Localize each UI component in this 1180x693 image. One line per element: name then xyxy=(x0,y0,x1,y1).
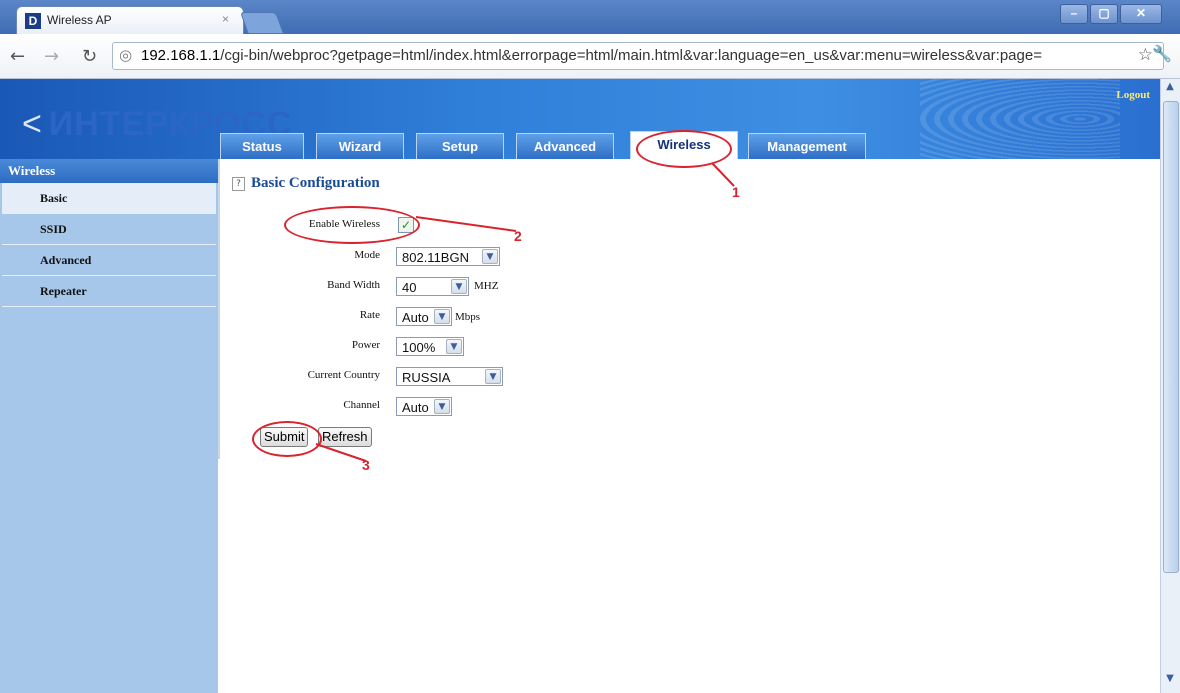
scrollbar-thumb[interactable] xyxy=(1163,101,1179,573)
page-title: ? Basic Configuration xyxy=(232,175,380,192)
refresh-button[interactable]: Refresh xyxy=(318,427,372,447)
favicon-icon: D xyxy=(25,13,41,29)
bandwidth-label: Band Width xyxy=(327,279,380,291)
close-window-icon[interactable]: ✕ xyxy=(1120,4,1162,24)
router-header: < ИНТЕРКРОСС Logout Status Wizard Setup A… xyxy=(0,79,1160,160)
browser-tab[interactable]: D Wireless AP × xyxy=(16,6,244,35)
sidebar-title: Wireless xyxy=(0,159,218,183)
chevron-down-icon: ▼ xyxy=(485,369,501,384)
chevron-down-icon: ▼ xyxy=(482,249,498,264)
tab-management[interactable]: Management xyxy=(748,133,866,160)
tab-advanced[interactable]: Advanced xyxy=(516,133,614,160)
annotation-circle-1 xyxy=(636,130,732,168)
bandwidth-select[interactable]: 40 ▼ xyxy=(396,277,469,296)
main-content: ? Basic Configuration Enable Wireless ✓ M… xyxy=(220,159,1158,693)
new-tab-button[interactable] xyxy=(239,12,285,34)
rate-label: Rate xyxy=(359,309,380,321)
reload-icon[interactable]: ↻ xyxy=(82,46,97,67)
channel-label: Channel xyxy=(343,399,380,411)
country-select[interactable]: RUSSIA ▼ xyxy=(396,367,503,386)
tab-status[interactable]: Status xyxy=(220,133,304,160)
sidebar: Wireless Basic SSID Advanced Repeater xyxy=(0,159,218,693)
help-icon[interactable]: ? xyxy=(232,177,245,191)
annotation-circle-2 xyxy=(284,206,420,244)
rate-select[interactable]: Auto ▼ xyxy=(396,307,452,326)
bandwidth-unit: MHZ xyxy=(474,280,499,292)
chevron-down-icon: ▼ xyxy=(434,309,450,324)
back-icon[interactable]: ← xyxy=(10,46,25,67)
annotation-circle-3 xyxy=(252,421,322,457)
chevron-down-icon: ▼ xyxy=(446,339,462,354)
chevron-down-icon: ▼ xyxy=(451,279,467,294)
bookmark-star-icon[interactable]: ☆ xyxy=(1138,45,1153,65)
browser-toolbar: ← → ↻ ◎ 192.168.1.1/cgi-bin/webproc?getp… xyxy=(0,34,1180,79)
country-label: Current Country xyxy=(307,369,380,381)
tab-setup[interactable]: Setup xyxy=(416,133,504,160)
sidebar-item-basic[interactable]: Basic xyxy=(2,183,216,214)
vertical-scrollbar[interactable]: ▲ ▼ xyxy=(1160,79,1180,693)
power-select[interactable]: 100% ▼ xyxy=(396,337,464,356)
annotation-number-3: 3 xyxy=(362,457,370,473)
logout-link[interactable]: Logout xyxy=(1116,89,1150,101)
sidebar-item-ssid[interactable]: SSID xyxy=(2,214,216,245)
url-text: 192.168.1.1/cgi-bin/webproc?getpage=html… xyxy=(141,47,1042,64)
scroll-up-icon[interactable]: ▲ xyxy=(1163,81,1177,95)
window-controls: – ▢ ✕ xyxy=(1060,4,1162,24)
channel-select[interactable]: Auto ▼ xyxy=(396,397,452,416)
address-bar[interactable]: ◎ 192.168.1.1/cgi-bin/webproc?getpage=ht… xyxy=(112,42,1164,70)
annotation-number-1: 1 xyxy=(732,184,740,200)
mode-label: Mode xyxy=(354,249,380,261)
chevron-down-icon: ▼ xyxy=(434,399,450,414)
power-label: Power xyxy=(351,339,380,351)
wrench-menu-icon[interactable]: 🔧 xyxy=(1152,44,1172,63)
sidebar-item-repeater[interactable]: Repeater xyxy=(2,276,216,307)
maximize-icon[interactable]: ▢ xyxy=(1090,4,1118,24)
annotation-number-2: 2 xyxy=(514,228,522,244)
mode-select[interactable]: 802.11BGN ▼ xyxy=(396,247,500,266)
rate-unit: Mbps xyxy=(455,311,481,323)
sidebar-item-advanced[interactable]: Advanced xyxy=(2,245,216,276)
browser-titlebar: D Wireless AP × – ▢ ✕ xyxy=(0,0,1180,35)
page-info-icon[interactable]: ◎ xyxy=(119,46,132,64)
forward-icon[interactable]: → xyxy=(44,46,59,67)
header-decoration xyxy=(920,79,1120,159)
tab-title: Wireless AP xyxy=(47,13,112,27)
tab-wizard[interactable]: Wizard xyxy=(316,133,404,160)
scroll-down-icon[interactable]: ▼ xyxy=(1163,673,1177,687)
minimize-icon[interactable]: – xyxy=(1060,4,1088,24)
tab-close-icon[interactable]: × xyxy=(222,12,229,26)
